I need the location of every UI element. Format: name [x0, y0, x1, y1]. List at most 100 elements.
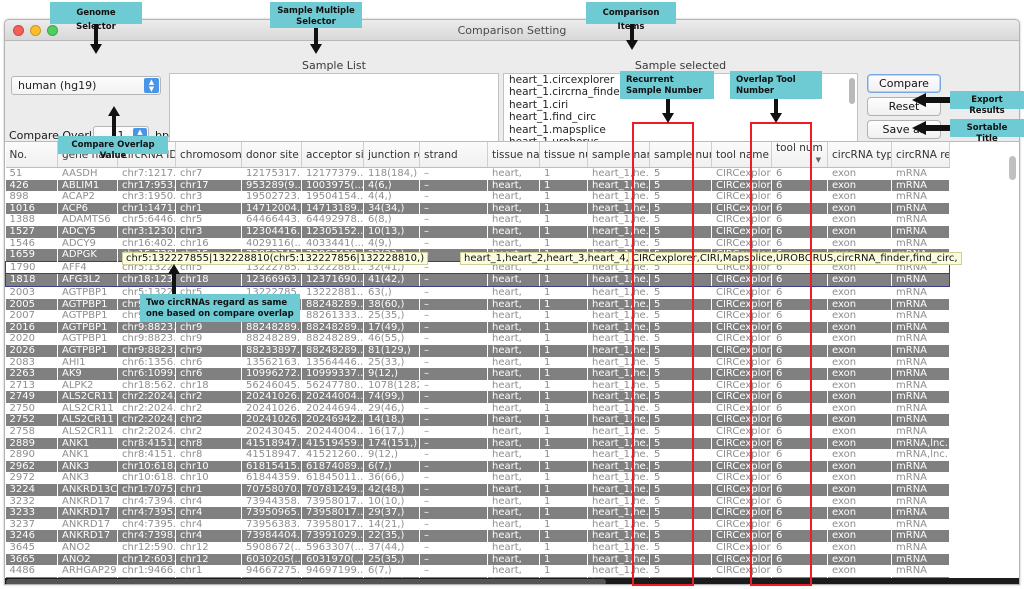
- table-row[interactable]: 2758ALS2CR11chr2:2024...chr220243045...2…: [6, 426, 950, 438]
- column-header-chromosome[interactable]: chromosome: [176, 142, 242, 168]
- table-row[interactable]: 2713ALPK2chr18:562...chr1856246045...562…: [6, 380, 950, 392]
- table-row[interactable]: 3233ANKRD17chr4:7395...chr473950965...73…: [6, 507, 950, 519]
- table-cell: exon: [828, 507, 892, 519]
- table-row[interactable]: 4486ARHGAP29chr1:9466...chr194667275...9…: [6, 565, 950, 577]
- table-cell: 1790: [6, 261, 58, 274]
- column-header-label: circRNA type: [832, 149, 892, 161]
- table-cell: mRNA: [892, 357, 950, 369]
- table-cell: –: [420, 519, 488, 531]
- table-cell: mRNA: [892, 426, 950, 438]
- table-cell: mRNA: [892, 507, 950, 519]
- table-cell: ANK3: [58, 472, 118, 484]
- table-row[interactable]: 2020AGTPBP1chr9:8823...chr988248289...88…: [6, 333, 950, 345]
- table-row[interactable]: 1388ADAMTS6chr5:6446...chr564466443...64…: [6, 214, 950, 226]
- table-row[interactable]: 3665ANO2chr12:603...chr126030205(...6031…: [6, 554, 950, 566]
- sample-selected-scrollbar[interactable]: [849, 78, 855, 104]
- table-cell: 20246942...: [302, 414, 364, 426]
- table-cell: 94667275...: [242, 565, 302, 577]
- table-row[interactable]: 2083AHI1chr6:1356...chr613562163...13564…: [6, 357, 950, 369]
- table-row[interactable]: 3645ANO2chr12:590...chr125908672(...5963…: [6, 542, 950, 554]
- sample-list-title: Sample List: [169, 59, 499, 72]
- table-row[interactable]: 3246ANKRD17chr4:7398...chr473984404...73…: [6, 530, 950, 542]
- table-cell: CIRCexplor..: [712, 565, 772, 577]
- results-table-container[interactable]: No.gene namecircRNA IDchromosomedonor si…: [5, 141, 1020, 585]
- table-row[interactable]: 2016AGTPBP1chr9:8823...chr988248289...88…: [6, 322, 950, 334]
- table-cell: chr8:4151...: [118, 438, 176, 450]
- table-cell: heart_1,he...: [588, 333, 650, 345]
- table-cell: chr4:7394...: [118, 496, 176, 508]
- table-cell: heart_1,he...: [588, 238, 650, 250]
- table-cell: heart,: [488, 472, 540, 484]
- column-header-label: strand: [424, 149, 458, 161]
- compare-button[interactable]: Compare: [867, 74, 941, 93]
- table-cell: heart,: [488, 238, 540, 250]
- column-header-sample-num[interactable]: sample num: [650, 142, 712, 168]
- window-title: Comparison Setting: [5, 24, 1019, 37]
- table-cell: 25(35,): [364, 310, 420, 322]
- table-row[interactable]: 2752ALS2CR11chr2:2024...chr220241026...2…: [6, 414, 950, 426]
- table-row[interactable]: 2889ANK1chr8:4151...chr841518947...41519…: [6, 438, 950, 450]
- table-cell: 2962: [6, 461, 58, 473]
- table-row[interactable]: 2750ALS2CR11chr2:2024...chr220241026...2…: [6, 403, 950, 415]
- table-row[interactable]: 2962ANK3chr10:618...chr1061815415...6187…: [6, 461, 950, 473]
- sample-selected-item[interactable]: heart_1.find_circ: [504, 111, 857, 123]
- table-row[interactable]: 3232ANKRD17chr4:7394...chr473944358...73…: [6, 496, 950, 508]
- table-cell: exon: [828, 554, 892, 566]
- column-header-circrna-re[interactable]: circRNA re...: [892, 142, 950, 168]
- table-row[interactable]: 2890ANK1chr8:4151...chr841518947...41521…: [6, 449, 950, 461]
- table-cell: 6(8,): [364, 214, 420, 226]
- table-row[interactable]: 426ABLIM1chr17:953...chr17953289(9...100…: [6, 180, 950, 192]
- table-row[interactable]: 2749ALS2CR11chr2:2024...chr220241026...2…: [6, 391, 950, 403]
- column-header-label: donor site: [246, 149, 299, 161]
- table-cell: 73958017...: [302, 507, 364, 519]
- table-cell: 6: [772, 472, 828, 484]
- horizontal-scrollbar-thumb[interactable]: [6, 579, 606, 585]
- window-titlebar[interactable]: Comparison Setting: [5, 20, 1019, 41]
- sample-selected-item[interactable]: heart_1.ciri: [504, 99, 857, 111]
- sample-list[interactable]: [169, 73, 499, 145]
- table-row[interactable]: 51AASDHchr7:1217...chr712175317...121773…: [6, 168, 950, 180]
- column-header-strand[interactable]: strand: [420, 142, 488, 168]
- column-header-no[interactable]: No.: [6, 142, 58, 168]
- sample-selected-item[interactable]: heart_1.mapsplice: [504, 124, 857, 136]
- table-cell: 13562163...: [242, 357, 302, 369]
- table-cell: heart_1,he...: [588, 368, 650, 380]
- table-cell: 3645: [6, 542, 58, 554]
- table-cell: chr18: [176, 274, 242, 287]
- column-header-acceptor-site[interactable]: acceptor site: [302, 142, 364, 168]
- table-row[interactable]: 2263AK9chr6:1099...chr610996272...109993…: [6, 368, 950, 380]
- table-row[interactable]: 1818AFG3L2chr18:123...chr1812366963...12…: [6, 274, 950, 287]
- table-cell: chr10: [176, 461, 242, 473]
- table-row[interactable]: 2972ANK3chr10:618...chr1061844359...6184…: [6, 472, 950, 484]
- column-header-tissue-name[interactable]: tissue name: [488, 142, 540, 168]
- column-header-tool-name[interactable]: tool name: [712, 142, 772, 168]
- table-row[interactable]: 2026AGTPBP1chr9:8823...chr988233897...88…: [6, 345, 950, 357]
- table-cell: CIRCexplor..: [712, 368, 772, 380]
- table-cell: 2026: [6, 345, 58, 357]
- table-cell: exon: [828, 496, 892, 508]
- table-cell: 41(42,): [364, 274, 420, 287]
- results-table-scrollbar[interactable]: [1009, 156, 1016, 180]
- table-cell: chr3:1230...: [118, 226, 176, 238]
- table-row[interactable]: 3237ANKRD17chr4:7395...chr473956383...73…: [6, 519, 950, 531]
- column-header-circrna-type[interactable]: circRNA type: [828, 142, 892, 168]
- column-header-donor-site[interactable]: donor site: [242, 142, 302, 168]
- table-row[interactable]: 3224ANKRD13Cchr1:7075...chr170758070...7…: [6, 484, 950, 496]
- column-header-tool-num[interactable]: tool num▼: [772, 142, 828, 168]
- table-row[interactable]: 1546ADCY9chr16:402...chr164029116(...403…: [6, 238, 950, 250]
- table-cell: ANK1: [58, 449, 118, 461]
- horizontal-scrollbar[interactable]: [5, 578, 1020, 585]
- table-row[interactable]: 1016ACP6chr1:1471...chr114712004...14713…: [6, 203, 950, 215]
- table-cell: ADCY5: [58, 226, 118, 238]
- column-header-junction-rea[interactable]: junction rea...: [364, 142, 420, 168]
- genome-selector[interactable]: human (hg19) ▲▼: [11, 76, 161, 95]
- table-row[interactable]: 1527ADCY5chr3:1230...chr312304416...1230…: [6, 226, 950, 238]
- column-header-tissue-num[interactable]: tissue num: [540, 142, 588, 168]
- sort-descending-icon[interactable]: ▼: [816, 154, 821, 167]
- table-cell: 12175317...: [242, 168, 302, 180]
- table-row[interactable]: 898ACAP2chr3:1950...chr319502723...19504…: [6, 191, 950, 203]
- table-cell: mRNA: [892, 168, 950, 180]
- chevron-updown-icon[interactable]: ▲▼: [144, 78, 159, 93]
- column-header-sample-name[interactable]: sample name: [588, 142, 650, 168]
- table-cell: 5: [650, 403, 712, 415]
